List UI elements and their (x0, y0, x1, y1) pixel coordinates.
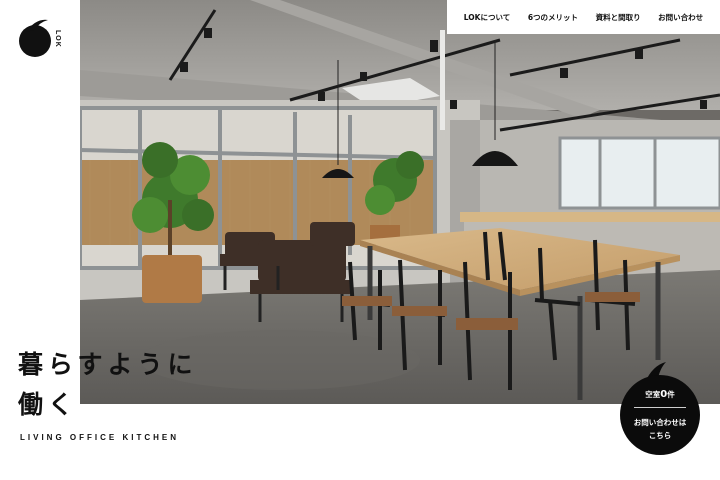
hero-headline: 暮らすように 働く (18, 345, 208, 425)
vacancy-prefix: 空室 (645, 390, 661, 399)
logo-mark-icon (19, 19, 51, 57)
badge-cta: お問い合わせは こちら (620, 416, 700, 442)
vacancy-status: 空室0件 (620, 389, 700, 400)
nav-item-merits[interactable]: 6つのメリット (528, 12, 578, 23)
contact-badge-button[interactable]: 空室0件 お問い合わせは こちら (620, 375, 700, 455)
site-logo[interactable]: LOK (18, 18, 64, 60)
nav-item-documents[interactable]: 資料と間取り (596, 12, 641, 23)
vacancy-unit: 件 (667, 390, 675, 399)
headline-line-1: 暮らすように (18, 350, 198, 379)
nav-item-contact[interactable]: お問い合わせ (658, 12, 703, 23)
nav-item-about[interactable]: LOKについて (464, 12, 510, 23)
top-navigation: LOKについて 6つのメリット 資料と間取り お問い合わせ (447, 0, 720, 34)
badge-cta-line-1: お問い合わせは (633, 418, 687, 427)
logo-text: LOK (54, 30, 61, 48)
badge-divider (634, 407, 686, 408)
office-interior-photo (80, 0, 720, 404)
badge-cta-line-2: こちら (648, 431, 672, 440)
hero-image (80, 0, 720, 404)
hero-tagline: LIVING OFFICE KITCHEN (20, 433, 179, 442)
headline-line-2: 働く (18, 390, 79, 419)
